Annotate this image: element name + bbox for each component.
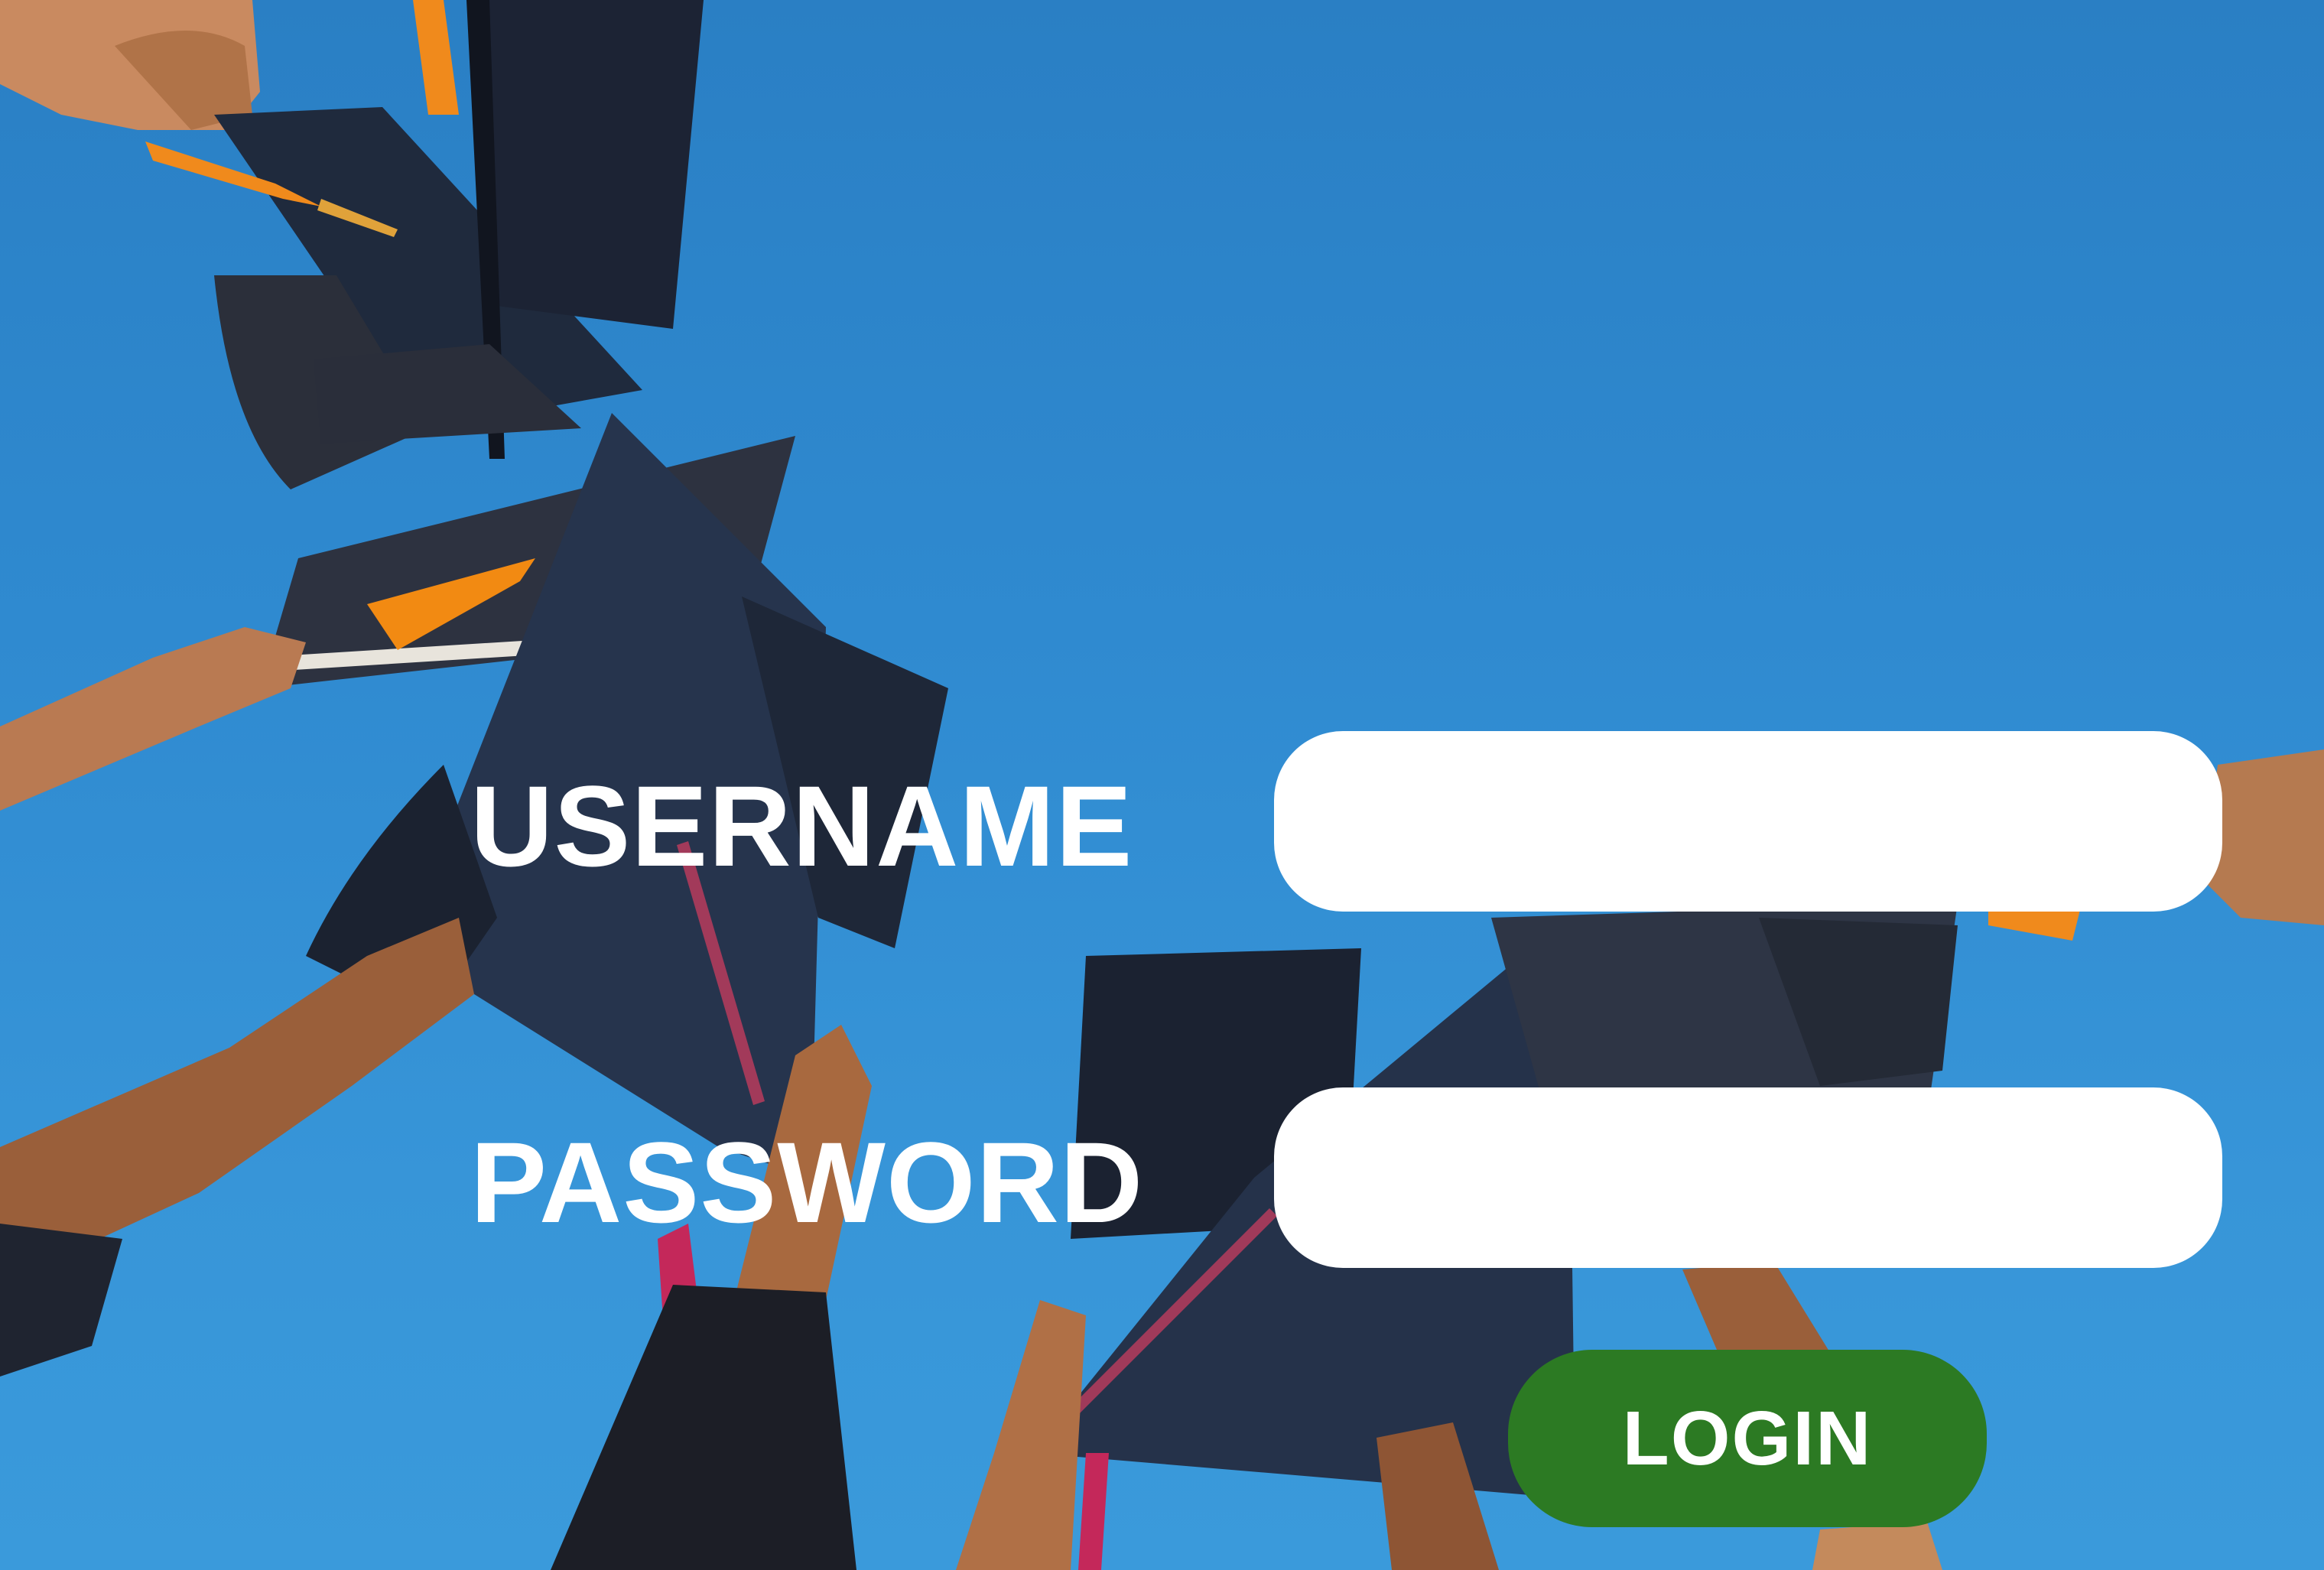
password-input[interactable]	[1274, 1087, 2222, 1268]
hand-left-middle	[0, 627, 474, 1377]
hand-top-left	[0, 0, 260, 130]
password-label: PASSWORD	[470, 1118, 1144, 1247]
username-input[interactable]	[1274, 731, 2222, 912]
login-button[interactable]: LOGIN	[1508, 1350, 1987, 1527]
username-label: USERNAME	[470, 762, 1133, 890]
